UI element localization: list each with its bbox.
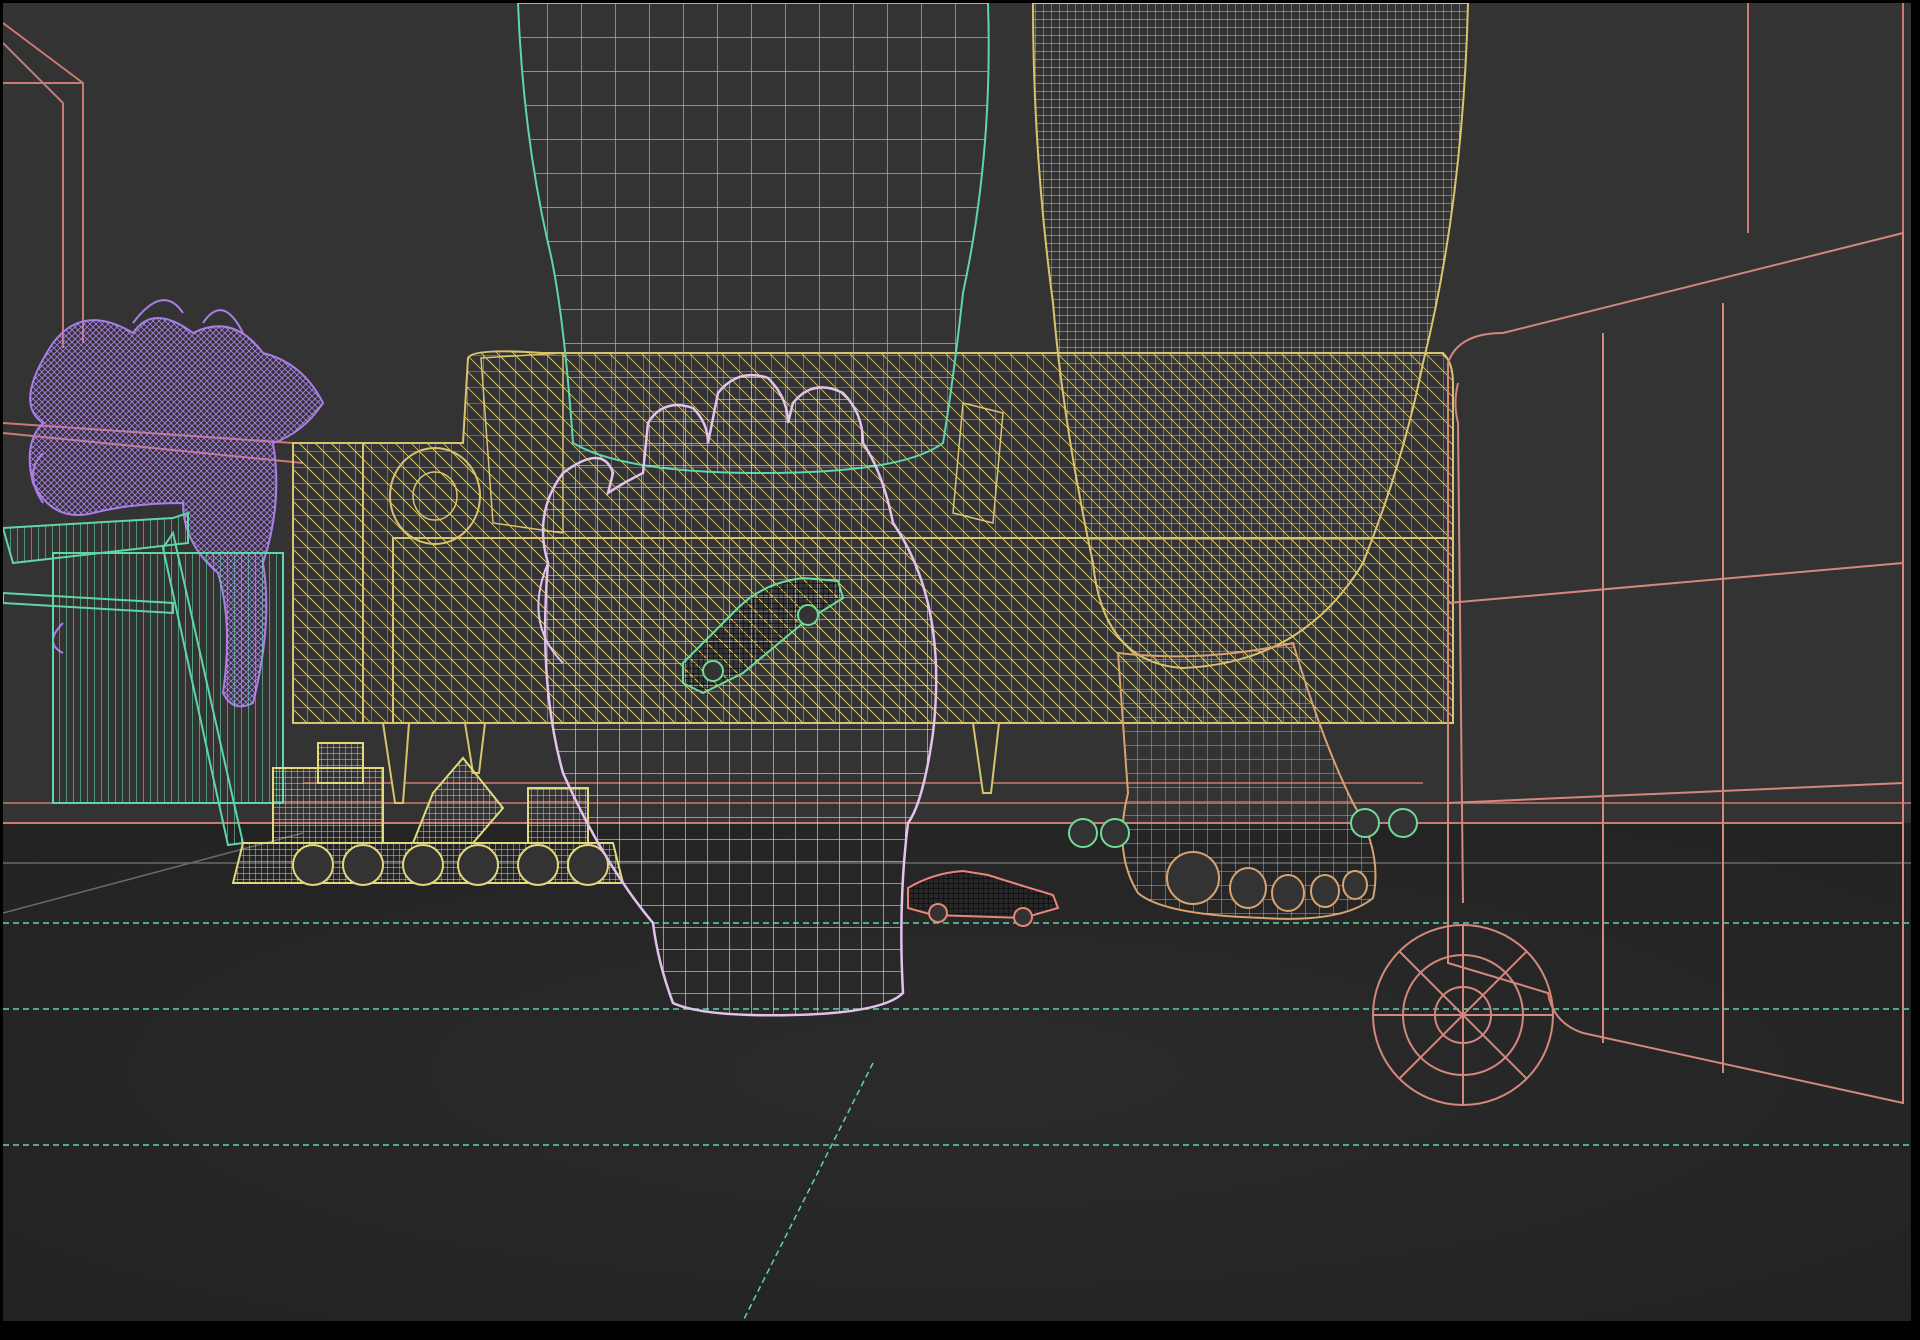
wireframe-scene <box>3 3 1911 1321</box>
render-viewport <box>0 0 1920 1340</box>
